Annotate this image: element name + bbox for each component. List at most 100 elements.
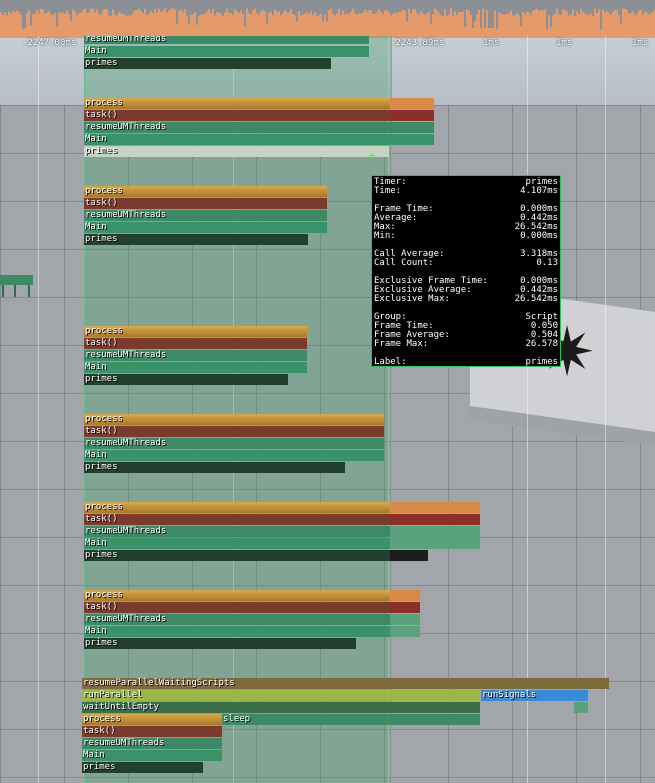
frame-time-bar [412, 8, 414, 38]
timer-bar-process[interactable]: process [82, 714, 222, 725]
timer-bar-primes[interactable]: primes [84, 374, 288, 385]
frame-time-bar [362, 12, 364, 38]
timer-bar-main-ext[interactable] [390, 626, 420, 637]
frame-time-bar [468, 10, 470, 38]
timer-bar-task[interactable]: task() [84, 338, 307, 349]
frame-time-bar [46, 12, 48, 38]
frame-time-bar [310, 10, 312, 38]
frame-time-bar [126, 15, 128, 38]
timer-bar-resume[interactable]: resumeUMThreads [84, 438, 384, 449]
frame-time-bar [282, 12, 284, 38]
frame-time-bar [378, 9, 380, 38]
timer-bar-resume[interactable]: resumeUMThreads [84, 210, 327, 221]
timer-bar-task[interactable]: task() [84, 426, 384, 437]
frame-time-bar [258, 14, 260, 38]
timer-bar-process[interactable]: process [84, 414, 384, 425]
frame-time-bar [472, 28, 474, 38]
timer-bar-resume[interactable]: resumeUMThreads [84, 614, 390, 625]
timer-bar-main[interactable]: Main [84, 538, 390, 549]
timer-bar-sleep[interactable]: sleep [222, 714, 480, 725]
timer-bar-resume[interactable]: resumeUMThreads [82, 738, 222, 749]
frame-time-bar [308, 14, 310, 38]
timer-bar-process[interactable]: process [84, 326, 307, 337]
timer-bar-task[interactable]: task() [84, 602, 390, 613]
frame-time-bar [306, 11, 308, 38]
timer-bar-resume[interactable]: resumeUMThreads [84, 526, 390, 537]
frame-time-bar [142, 13, 144, 38]
frame-time-bar [648, 14, 650, 38]
frame-time-bar [338, 8, 340, 38]
frame-time-bar [532, 10, 534, 38]
timer-bar-main-ext[interactable] [390, 538, 480, 549]
timer-bar-resume[interactable]: resumeUMThreads [84, 122, 434, 133]
frame-time-bar [320, 13, 322, 38]
frame-time-graph[interactable] [0, 0, 655, 38]
timer-bar-resume-ext[interactable] [390, 526, 480, 537]
timer-bar-task[interactable]: task() [84, 110, 390, 121]
frame-time-bar [462, 11, 464, 38]
tooltip-row: Label: primes [374, 358, 558, 367]
timer-bar-main[interactable]: Main [84, 222, 327, 233]
tooltip-key: Call Count: [374, 258, 434, 268]
frame-time-bar [500, 13, 502, 38]
timer-bar-run-parallel[interactable]: runParallel [82, 690, 480, 701]
timer-bar-resume-parallel[interactable]: resumeParallelWaitingScripts [82, 678, 609, 689]
timer-bar-resume-ext[interactable] [390, 614, 420, 625]
timer-bar-process[interactable]: process [84, 502, 390, 513]
tooltip-row: Time: 4.107ms [374, 187, 558, 196]
timer-bar-offscreen[interactable] [0, 275, 33, 285]
timer-bar-primes-ext[interactable] [390, 550, 428, 561]
timer-bar-task-ext[interactable] [390, 110, 434, 121]
timer-bar-task[interactable]: task() [84, 198, 327, 209]
timer-bar-resume[interactable]: resumeUMThreads [84, 36, 369, 44]
timer-bar-main[interactable]: Main [84, 362, 307, 373]
timer-bar-process[interactable]: process [84, 98, 390, 109]
timer-bar-primes[interactable]: primes [84, 58, 331, 69]
frame-time-bar [514, 15, 516, 38]
timer-bar-process[interactable]: process [84, 590, 390, 601]
timer-bar-main[interactable]: Main [84, 46, 369, 57]
frame-time-bar [512, 15, 514, 38]
timer-bar-signals-child[interactable] [574, 702, 588, 713]
frame-time-bar [652, 11, 654, 38]
frame-time-bar [618, 15, 620, 38]
frame-time-bar [302, 14, 304, 38]
frame-time-bar [432, 14, 434, 38]
frame-time-bar [602, 9, 604, 38]
frame-time-bar [192, 14, 194, 38]
frame-time-bar [260, 11, 262, 38]
frame-time-bar [508, 13, 510, 38]
timer-bar-main[interactable]: Main [84, 134, 434, 145]
timer-bar-run-signals[interactable]: runSignals [481, 690, 588, 701]
timer-bar-process-ext[interactable] [390, 502, 480, 513]
timer-bar-process-ext[interactable] [390, 590, 420, 601]
timer-bar-process[interactable]: process [84, 186, 327, 197]
timer-bar-main[interactable]: Main [84, 626, 390, 637]
timer-bar-process-ext[interactable] [390, 98, 434, 109]
timer-bar-primes[interactable]: primes [84, 462, 345, 473]
frame-time-bar [446, 15, 448, 38]
timer-bar-primes[interactable]: primes [84, 638, 356, 649]
timer-bar-main[interactable]: Main [84, 450, 384, 461]
timer-bar-task-ext[interactable] [390, 514, 480, 525]
tooltip-key: Min: [374, 231, 396, 241]
frame-time-bar [484, 28, 486, 38]
timer-bar-task-ext[interactable] [390, 602, 420, 613]
frame-time-bar [458, 12, 460, 38]
frame-time-bar [66, 10, 68, 38]
frame-time-bar [132, 12, 134, 38]
frame-time-bar [638, 10, 640, 38]
timer-bar-wait-until-empty[interactable]: waitUntilEmpty [82, 702, 480, 713]
timer-bar-resume[interactable]: resumeUMThreads [84, 350, 307, 361]
timer-bar-primes[interactable]: primes [84, 550, 390, 561]
frame-time-bar [252, 10, 254, 38]
timer-bar-primes-selected[interactable]: primes [84, 146, 389, 157]
frame-time-bar [646, 12, 648, 38]
timer-bar-task[interactable]: task() [84, 514, 390, 525]
timer-bar-primes[interactable]: primes [82, 762, 203, 773]
timer-bar-main[interactable]: Main [82, 750, 222, 761]
timer-bar-task[interactable]: task() [82, 726, 222, 737]
frame-time-bar [568, 15, 570, 38]
timer-bar-primes[interactable]: primes [84, 234, 308, 245]
frame-time-bar [594, 8, 596, 38]
